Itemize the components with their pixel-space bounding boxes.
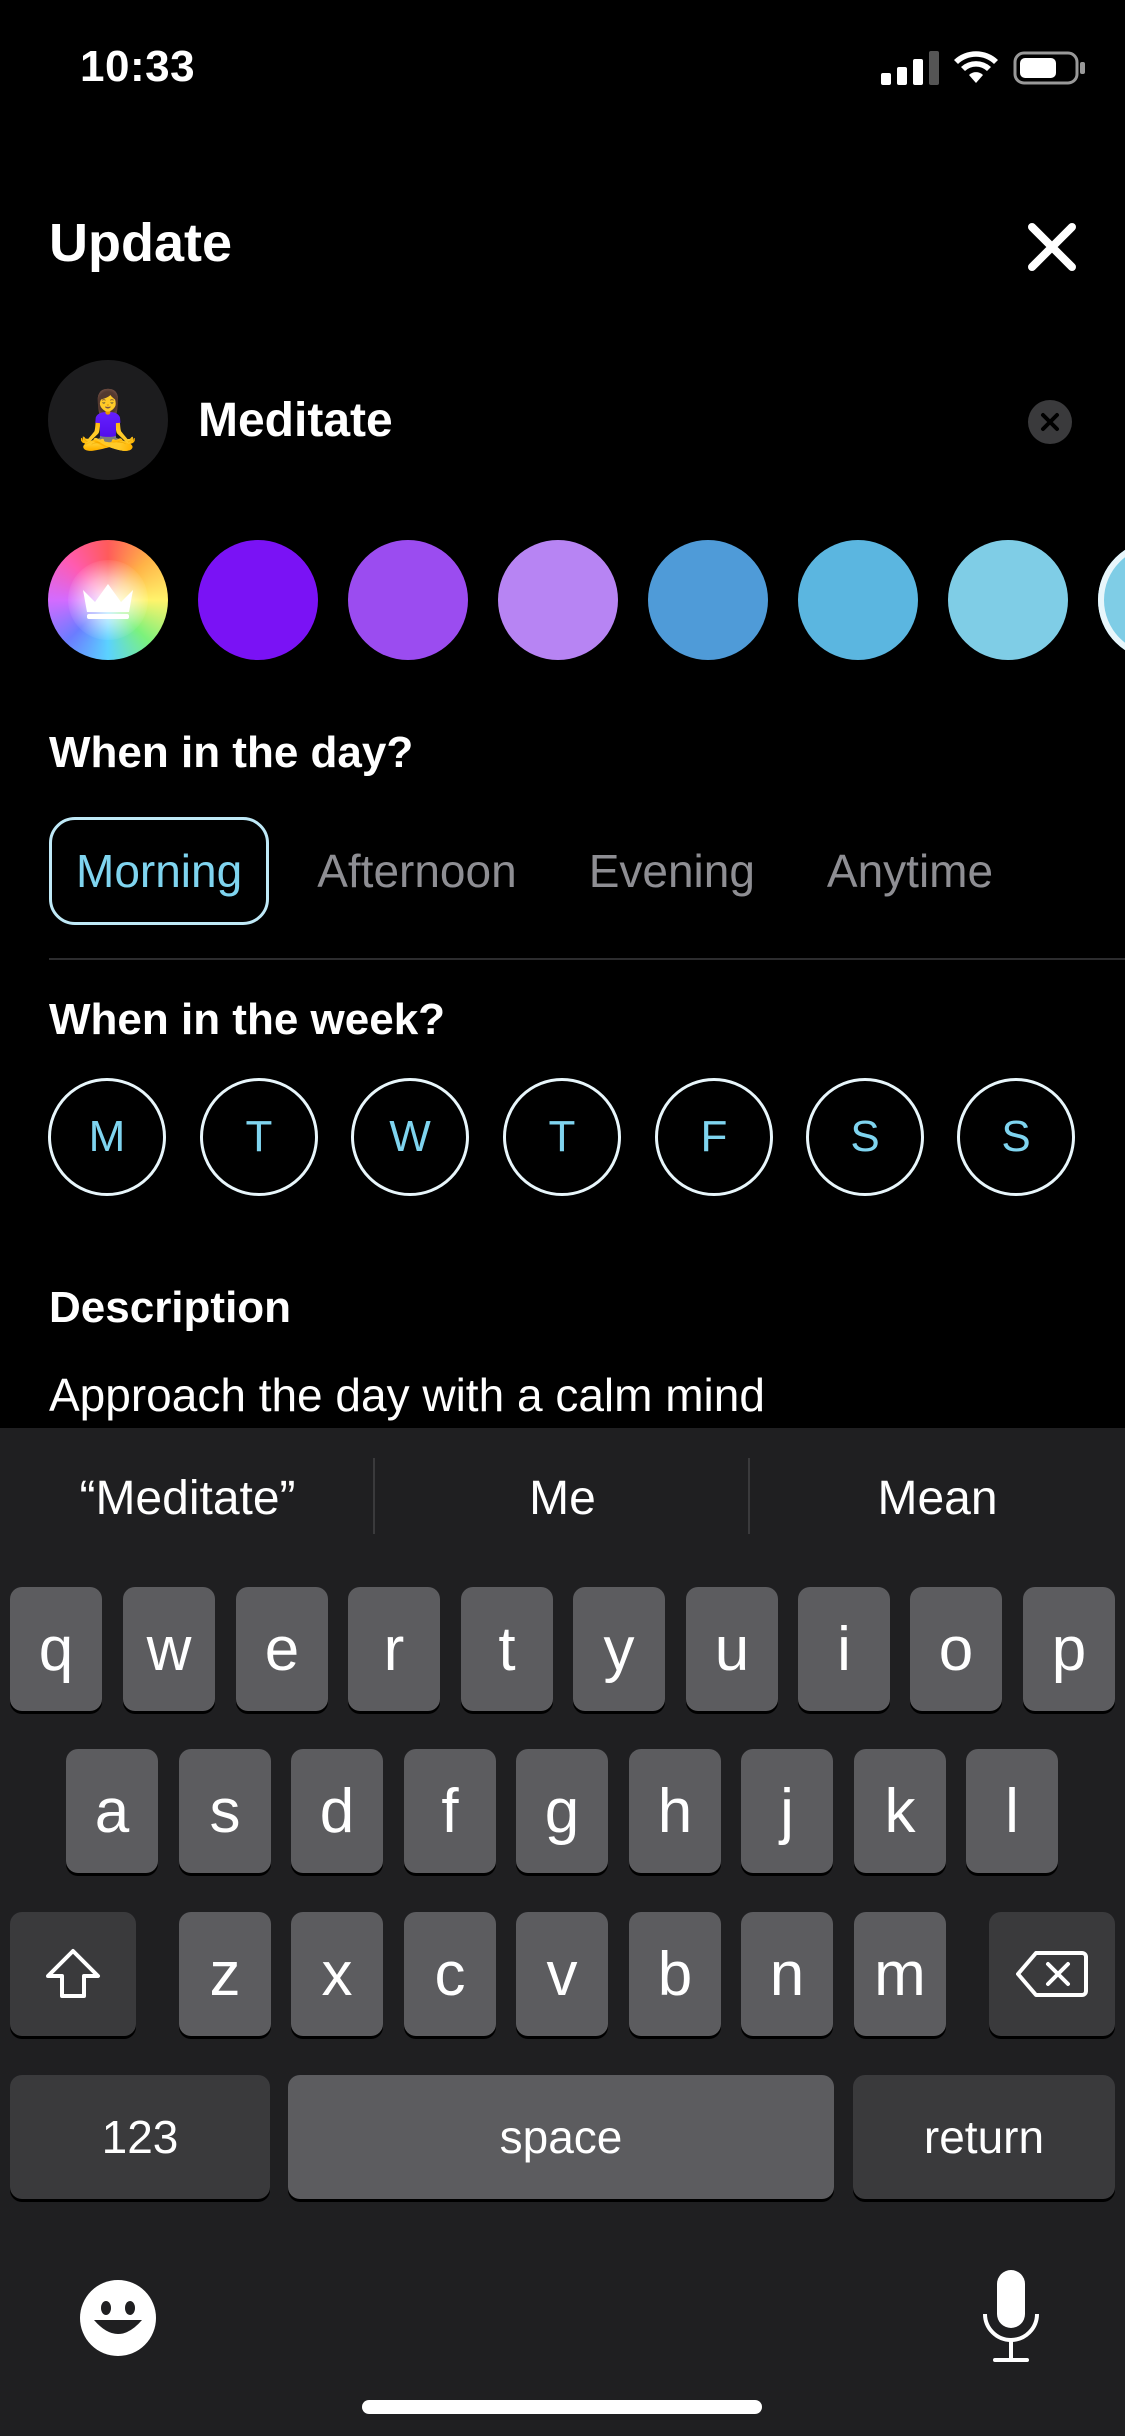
key-d[interactable]: d (291, 1749, 383, 1873)
tod-option-evening[interactable]: Evening (565, 817, 779, 925)
color-picker (48, 540, 1125, 662)
key-x[interactable]: x (291, 1912, 383, 2036)
color-swatch[interactable] (648, 540, 768, 660)
key-b[interactable]: b (629, 1912, 721, 2036)
status-icons (881, 50, 1087, 86)
clear-icon (1041, 413, 1059, 431)
microphone-icon (983, 2270, 1039, 2362)
backspace-icon (1016, 1951, 1088, 1997)
return-key[interactable]: return (853, 2075, 1115, 2199)
key-a[interactable]: a (66, 1749, 158, 1873)
key-p[interactable]: p (1023, 1587, 1115, 1711)
dictation-button[interactable] (978, 2268, 1044, 2368)
key-e[interactable]: e (236, 1587, 328, 1711)
time-of-day-options: Morning Afternoon Evening Anytime (49, 815, 1041, 927)
color-swatch[interactable] (348, 540, 468, 660)
color-swatch[interactable] (798, 540, 918, 660)
battery-icon (1013, 51, 1085, 85)
habit-name-input[interactable]: Meditate (198, 393, 393, 448)
key-f[interactable]: f (404, 1749, 496, 1873)
description-label: Description (49, 1283, 292, 1332)
shift-icon (46, 1949, 100, 1998)
home-indicator[interactable] (362, 2400, 762, 2414)
habit-emoji-button[interactable]: 🧘‍♀️ (48, 360, 168, 480)
time-of-day-label: When in the day? (49, 728, 414, 777)
close-button[interactable] (1020, 215, 1084, 279)
return-key-label[interactable]: return (924, 2110, 1044, 2164)
suggestion-bar: “Meditate” Me Mean (0, 1428, 1125, 1568)
suggestion-item[interactable]: Mean (750, 1428, 1125, 1568)
backspace-key[interactable] (989, 1912, 1115, 2036)
shift-key[interactable] (10, 1912, 136, 2036)
suggestion-item[interactable]: Me (375, 1428, 750, 1568)
space-key-label: space (499, 2111, 623, 2163)
day-toggle-sun[interactable]: S (957, 1078, 1075, 1196)
key-h[interactable]: h (629, 1749, 721, 1873)
key-c[interactable]: c (404, 1912, 496, 2036)
day-toggle-tue[interactable]: T (200, 1078, 318, 1196)
close-icon (1028, 223, 1076, 271)
key-q[interactable]: q (10, 1587, 102, 1711)
day-toggle-wed[interactable]: W (351, 1078, 469, 1196)
color-swatch[interactable] (948, 540, 1068, 660)
color-swatch[interactable] (498, 540, 618, 660)
day-toggle-sat[interactable]: S (806, 1078, 924, 1196)
keyboard: “Meditate” Me Mean q w e r t y u i o p a… (0, 1428, 1125, 2436)
crown-icon (83, 584, 133, 619)
key-k[interactable]: k (854, 1749, 946, 1873)
wifi-icon (954, 51, 998, 83)
tod-option-afternoon[interactable]: Afternoon (293, 817, 540, 925)
key-n[interactable]: n (741, 1912, 833, 2036)
numbers-key-label: 123 (101, 2111, 179, 2163)
description-input[interactable]: Approach the day with a calm mind (49, 1368, 765, 1422)
key-i[interactable]: i (798, 1587, 890, 1711)
tod-option-morning[interactable]: Morning (49, 817, 270, 925)
day-toggle-mon[interactable]: M (48, 1078, 166, 1196)
key-u[interactable]: u (686, 1587, 778, 1711)
color-swatch[interactable] (198, 540, 318, 660)
status-time: 10:33 (80, 42, 196, 91)
space-key[interactable]: space (288, 2075, 834, 2199)
color-swatch-premium[interactable] (48, 540, 168, 660)
day-toggle-thu[interactable]: T (503, 1078, 621, 1196)
key-o[interactable]: o (910, 1587, 1002, 1711)
key-w[interactable]: w (123, 1587, 215, 1711)
numbers-key[interactable]: 123 (10, 2075, 270, 2199)
color-swatch-selected[interactable] (1098, 540, 1125, 660)
habit-emoji: 🧘‍♀️ (73, 388, 143, 451)
key-g[interactable]: g (516, 1749, 608, 1873)
signal-icon (881, 51, 939, 85)
divider (49, 958, 1125, 960)
key-y[interactable]: y (573, 1587, 665, 1711)
key-v[interactable]: v (516, 1912, 608, 2036)
page-title: Update (49, 213, 233, 273)
emoji-keyboard-button[interactable] (78, 2278, 158, 2358)
tod-option-anytime[interactable]: Anytime (803, 817, 1017, 925)
key-j[interactable]: j (741, 1749, 833, 1873)
week-label: When in the week? (49, 995, 446, 1044)
suggestion-item[interactable]: “Meditate” (0, 1428, 375, 1568)
key-l[interactable]: l (966, 1749, 1058, 1873)
day-toggle-fri[interactable]: F (655, 1078, 773, 1196)
emoji-icon (80, 2280, 156, 2356)
clear-name-button[interactable] (1028, 400, 1072, 444)
key-z[interactable]: z (179, 1912, 271, 2036)
key-m[interactable]: m (854, 1912, 946, 2036)
key-t[interactable]: t (461, 1587, 553, 1711)
key-r[interactable]: r (348, 1587, 440, 1711)
key-s[interactable]: s (179, 1749, 271, 1873)
